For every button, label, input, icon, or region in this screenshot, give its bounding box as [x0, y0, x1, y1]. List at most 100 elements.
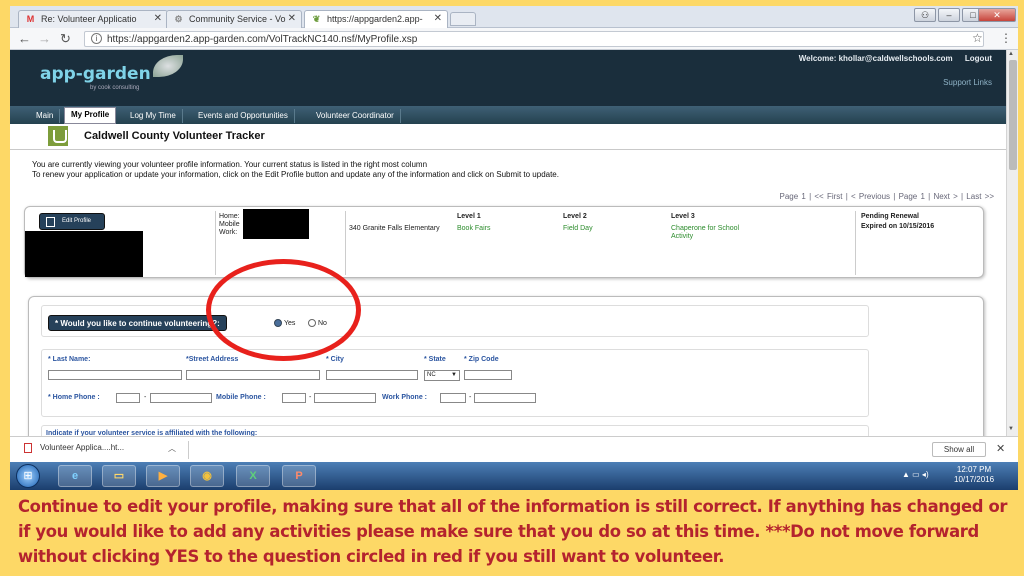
mobile-phone-number[interactable]	[314, 393, 376, 403]
tab-appgarden[interactable]: ❦ https://appgarden2.app- ✕	[304, 10, 448, 29]
level3-line-1: Chaperone for School	[671, 225, 740, 232]
state-label: * State	[424, 356, 446, 363]
scroll-thumb[interactable]	[1009, 60, 1017, 170]
street-label: *Street Address	[186, 356, 239, 363]
clock[interactable]: 12:07 PM 10/17/2016	[954, 465, 994, 485]
home-phone-label: * Home Phone :	[48, 394, 100, 401]
edit-icon	[46, 217, 55, 227]
menu-icon[interactable]: ⋮	[1000, 31, 1012, 45]
file-explorer-icon[interactable]: ▭	[102, 465, 136, 487]
show-all-button[interactable]: Show all	[932, 442, 986, 457]
support-links[interactable]: Support Links	[943, 78, 992, 87]
tab-label: Re: Volunteer Applicatio	[41, 14, 137, 24]
level2-header: Level 2	[563, 213, 587, 220]
reload-icon[interactable]: ↻	[60, 31, 71, 47]
scrollbar[interactable]: ▲ ▼	[1006, 50, 1018, 436]
window-close-icon[interactable]: ✕	[978, 8, 1016, 22]
instruction-caption: Continue to edit your profile, making su…	[18, 497, 1008, 566]
home-phone-area[interactable]	[116, 393, 140, 403]
download-item[interactable]: Volunteer Applica....ht...	[24, 443, 124, 453]
close-icon[interactable]: ✕	[288, 13, 296, 24]
dash: -	[469, 394, 472, 401]
title-row: Caldwell County Volunteer Tracker	[10, 124, 1006, 150]
new-tab-button[interactable]	[450, 12, 476, 26]
intro-line-2: To renew your application or update your…	[32, 170, 559, 179]
city-label: * City	[326, 356, 344, 363]
work-phone-label: Work Phone :	[382, 394, 427, 401]
logo: app-garden	[40, 64, 151, 84]
welcome-text: Welcome: khollar@caldwellschools.com Log…	[799, 54, 992, 63]
system-tray[interactable]: ▲ ▭ ◂)	[902, 470, 929, 479]
intro-text: You are currently viewing your volunteer…	[32, 160, 559, 180]
profile-summary: Edit Profile Home: Mobile Work: 340 Gran…	[24, 206, 984, 278]
home-phone-number[interactable]	[150, 393, 212, 403]
pager[interactable]: Page 1 | << First | < Previous | Page 1 …	[780, 192, 995, 201]
leaf-logo-icon	[153, 55, 183, 77]
minimize-icon[interactable]: –	[938, 8, 960, 22]
info-icon[interactable]: i	[91, 33, 102, 44]
last-name-input[interactable]	[48, 370, 182, 380]
home-label: Home:	[219, 213, 240, 220]
divider	[855, 211, 856, 275]
back-arrow-icon[interactable]: ←	[18, 31, 31, 46]
download-file-name: Volunteer Applica....ht...	[40, 443, 125, 453]
media-player-icon[interactable]: ▶	[146, 465, 180, 487]
work-phone-area[interactable]	[440, 393, 466, 403]
leaf-icon: ❦	[312, 14, 321, 24]
nav-events[interactable]: Events and Opportunities	[192, 109, 295, 123]
nav-log-my-time[interactable]: Log My Time	[124, 109, 183, 123]
mobile-label: Mobile	[219, 221, 240, 228]
scroll-up-icon[interactable]: ▲	[1008, 51, 1014, 57]
nav-my-profile[interactable]: My Profile	[64, 107, 117, 124]
chevron-up-icon[interactable]: ︿	[168, 443, 176, 454]
divider	[215, 211, 216, 275]
city-input[interactable]	[326, 370, 418, 380]
work-label: Work:	[219, 229, 238, 236]
screenshot: M Re: Volunteer Applicatio ✕ ⚙ Community…	[10, 6, 1018, 490]
zip-label: * Zip Code	[464, 356, 499, 363]
url-input[interactable]: i https://appgarden2.app-garden.com/VolT…	[84, 31, 984, 47]
gear-icon: ⚙	[174, 14, 183, 24]
internet-explorer-icon[interactable]: e	[58, 465, 92, 487]
address-section: * Last Name: *Street Address * City * St…	[41, 349, 869, 417]
close-icon[interactable]: ✕	[996, 442, 1005, 455]
street-input[interactable]	[186, 370, 320, 380]
tracker-icon	[48, 126, 68, 146]
continue-question-section: * Would you like to continue volunteerin…	[41, 305, 869, 337]
tab-community-service[interactable]: ⚙ Community Service - Vo ✕	[166, 10, 302, 28]
taskbar: ⊞ e ▭ ▶ ◉ X P ▲ ▭ ◂) 12:07 PM 10/17/2016	[10, 462, 1018, 490]
nav-volunteer-coordinator[interactable]: Volunteer Coordinator	[310, 109, 401, 123]
nav-main[interactable]: Main	[30, 109, 61, 123]
chrome-icon[interactable]: ◉	[190, 465, 224, 487]
level1-value: Book Fairs	[457, 225, 491, 232]
user-icon[interactable]: ⚇	[914, 8, 936, 22]
tab-gmail[interactable]: M Re: Volunteer Applicatio ✕	[18, 10, 168, 28]
tab-label: Community Service - Vo	[189, 14, 286, 24]
continue-question-label: * Would you like to continue volunteerin…	[48, 315, 227, 331]
logout-link[interactable]: Logout	[965, 54, 992, 63]
browser-tab-bar: M Re: Volunteer Applicatio ✕ ⚙ Community…	[10, 6, 1018, 29]
star-icon[interactable]: ☆	[972, 31, 983, 45]
close-icon[interactable]: ✕	[434, 13, 442, 24]
red-highlight-circle	[206, 259, 361, 361]
state-select[interactable]: NC ▼	[424, 370, 460, 381]
level2-value: Field Day	[563, 225, 593, 232]
zip-input[interactable]	[464, 370, 512, 380]
work-phone-number[interactable]	[474, 393, 536, 403]
scroll-down-icon[interactable]: ▼	[1008, 426, 1014, 432]
edit-profile-label: Edit Profile	[62, 218, 92, 224]
level3-header: Level 3	[671, 213, 695, 220]
welcome-user: Welcome: khollar@caldwellschools.com	[798, 54, 953, 63]
last-name-label: * Last Name:	[48, 356, 91, 363]
clock-time: 12:07 PM	[956, 465, 992, 474]
powerpoint-icon[interactable]: P	[282, 465, 316, 487]
excel-icon[interactable]: X	[236, 465, 270, 487]
close-icon[interactable]: ✕	[154, 13, 162, 24]
start-button-icon[interactable]: ⊞	[16, 464, 40, 488]
mobile-phone-area[interactable]	[282, 393, 306, 403]
main-nav: Main My Profile Log My Time Events and O…	[10, 106, 1006, 124]
dash: -	[144, 394, 147, 401]
clock-date: 10/17/2016	[954, 475, 995, 484]
forward-arrow-icon[interactable]: →	[38, 31, 51, 46]
edit-profile-button[interactable]: Edit Profile	[39, 213, 105, 230]
